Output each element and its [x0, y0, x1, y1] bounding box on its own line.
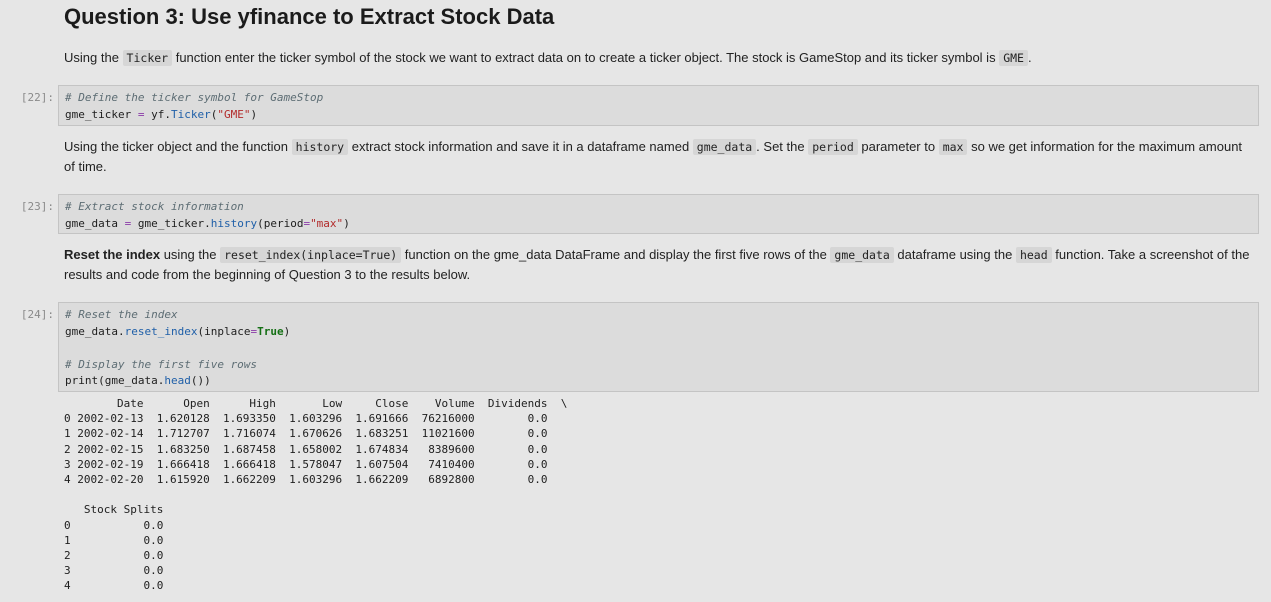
cell-24-output: Date Open High Low Close Volume Dividend… — [64, 397, 568, 593]
question-heading: Question 3: Use yfinance to Extract Stoc… — [64, 4, 555, 29]
md-text: . Set the — [756, 139, 809, 154]
md-text: . — [1027, 50, 1032, 65]
inline-code-max: max — [938, 139, 968, 155]
md-text: extract stock information and save it in… — [348, 139, 693, 154]
md-text: Using the — [64, 50, 123, 65]
code-comment: # Define the ticker symbol for GameStop — [65, 91, 324, 104]
markdown-cell-reset-index-instructions[interactable]: Reset the index using the reset_index(in… — [64, 245, 1254, 285]
inline-code-gme: GME — [999, 50, 1028, 66]
code-comment: # Extract stock information — [65, 200, 244, 213]
inline-code-head: head — [1015, 247, 1052, 263]
md-text: Using the ticker object and the function — [64, 139, 292, 154]
md-bold: Reset the index — [64, 247, 161, 262]
inline-code-ticker: Ticker — [122, 50, 173, 66]
code-comment: # Display the first five rows — [65, 357, 258, 371]
inline-code-reset-index: reset_index(inplace=True) — [220, 247, 402, 263]
md-text: function enter the ticker symbol of the … — [172, 50, 1000, 65]
md-text: dataframe using the — [893, 247, 1016, 262]
inline-code-period: period — [808, 139, 858, 155]
inline-code-gme-data: gme_data — [830, 247, 894, 263]
md-text: using the — [160, 247, 221, 262]
code-editor[interactable]: # Define the ticker symbol for GameStop … — [59, 86, 1258, 127]
code-cell-24[interactable]: # Reset the index gme_data.reset_index(i… — [58, 302, 1259, 392]
code-editor[interactable]: # Reset the index gme_data.reset_index(i… — [59, 303, 1258, 394]
code-cell-23[interactable]: # Extract stock information gme_data = g… — [58, 194, 1259, 234]
inline-code-gme-data: gme_data — [692, 139, 757, 155]
code-comment: # Reset the index — [65, 308, 178, 321]
execution-prompt-23: [23]: — [20, 200, 54, 213]
markdown-cell-ticker-instructions[interactable]: Using the Ticker function enter the tick… — [64, 48, 1254, 68]
execution-prompt-22: [22]: — [20, 91, 54, 104]
code-editor[interactable]: # Extract stock information gme_data = g… — [59, 195, 1258, 236]
code-cell-22[interactable]: # Define the ticker symbol for GameStop … — [58, 85, 1259, 126]
markdown-cell-history-instructions[interactable]: Using the ticker object and the function… — [64, 137, 1254, 177]
md-text: function on the gme_data DataFrame and d… — [401, 247, 831, 262]
inline-code-history: history — [291, 139, 349, 155]
execution-prompt-24: [24]: — [20, 308, 54, 321]
md-text: parameter to — [857, 139, 939, 154]
